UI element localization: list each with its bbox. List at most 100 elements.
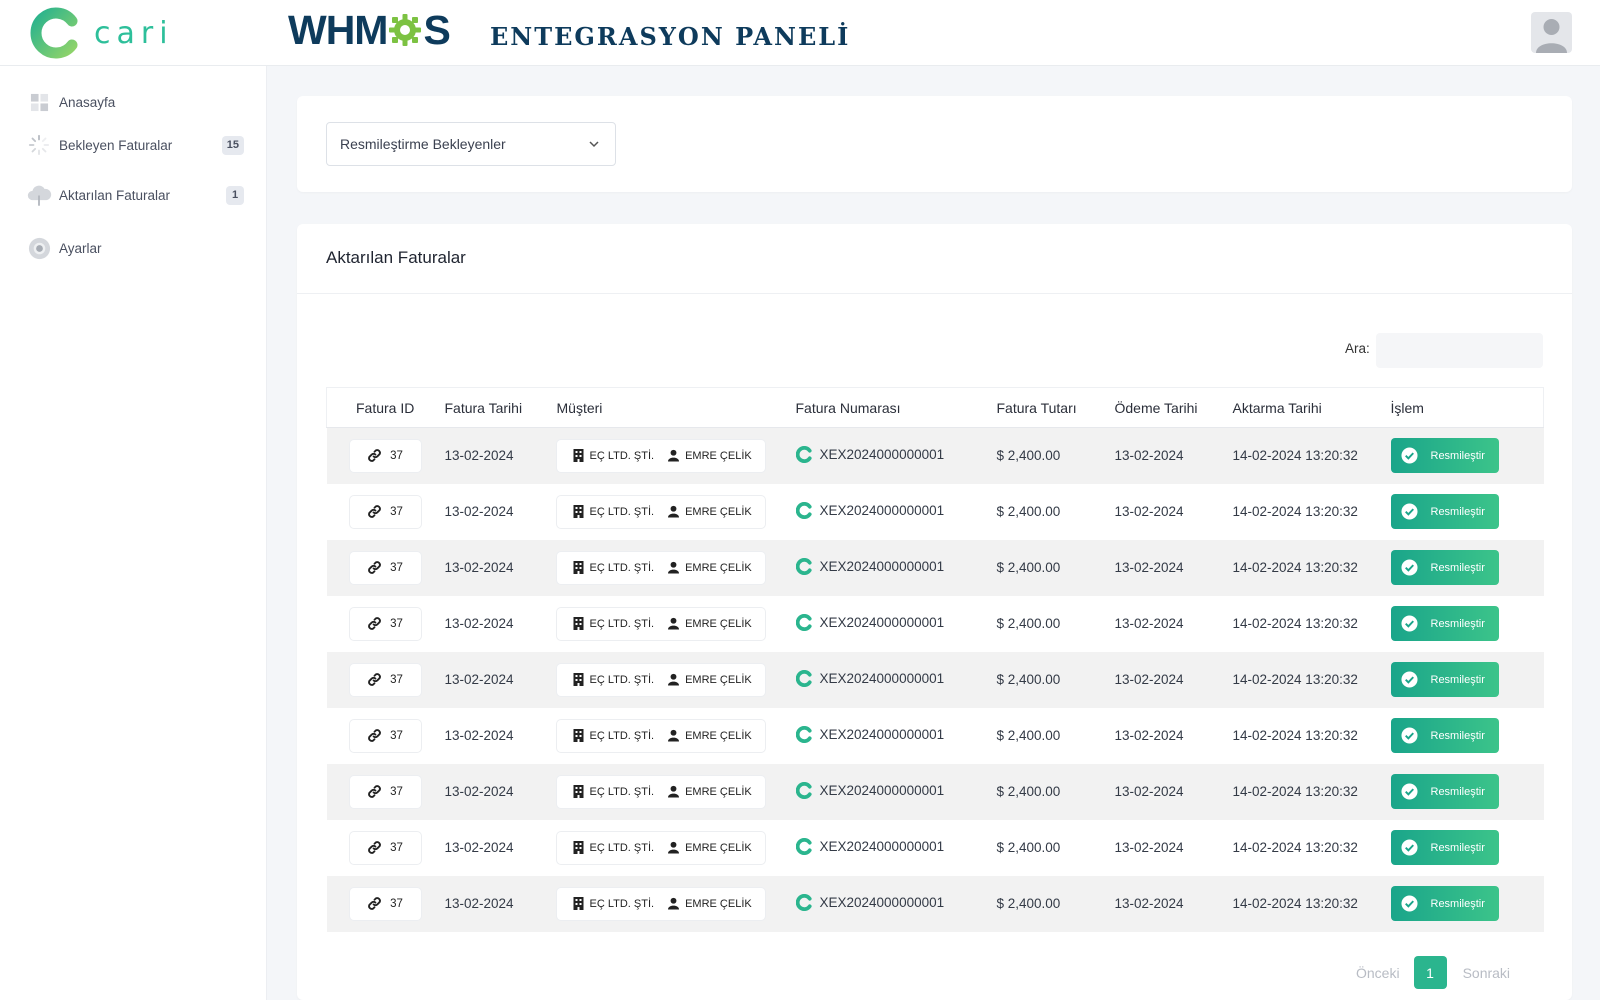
invoice-id-link[interactable]: 37 — [349, 439, 421, 472]
invoice-amount: $ 2,400.00 — [996, 672, 1061, 687]
pagination: Önceki 1 Sonraki — [1356, 956, 1510, 989]
formalize-button[interactable]: Resmileştir — [1390, 886, 1499, 921]
formalize-button-label: Resmileştir — [1430, 505, 1485, 518]
customer-chip[interactable]: EÇ LTD. ŞTİ. EMRE ÇELİK — [556, 831, 765, 864]
table-row: 37 13-02-2024 EÇ LTD. ŞTİ. EMRE ÇELİK XE… — [326, 539, 1544, 596]
check-circle-icon — [1400, 615, 1418, 632]
invoice-number: XEX2024000000001 — [795, 669, 944, 687]
column-header[interactable]: İşlem — [1391, 388, 1544, 428]
sidebar-item-label: Ayarlar — [59, 240, 102, 256]
brand-text: cari — [94, 15, 174, 51]
payment-date: 13-02-2024 — [1114, 616, 1184, 631]
avatar[interactable] — [1531, 12, 1572, 53]
customer-chip[interactable]: EÇ LTD. ŞTİ. EMRE ÇELİK — [556, 663, 765, 696]
customer-company: EÇ LTD. ŞTİ. — [589, 841, 655, 854]
page-title: ENTEGRASYON PANELİ — [490, 22, 851, 51]
sidebar-item-bekleyen-faturalar[interactable]: Bekleyen Faturalar 15 — [0, 127, 267, 163]
page-1-button[interactable]: 1 — [1413, 956, 1447, 989]
formalize-button[interactable]: Resmileştir — [1390, 438, 1499, 474]
customer-company: EÇ LTD. ŞTİ. — [589, 561, 655, 574]
link-icon — [368, 897, 381, 910]
sidebar-item-ayarlar[interactable]: Ayarlar — [0, 230, 267, 266]
cloud-upload-icon — [26, 182, 52, 208]
check-circle-icon — [1400, 447, 1418, 464]
cari-c-icon — [795, 837, 812, 855]
invoice-number: XEX2024000000001 — [795, 837, 944, 855]
invoice-id-link[interactable]: 37 — [349, 831, 421, 864]
cari-c-icon — [795, 501, 812, 519]
invoice-id-link[interactable]: 37 — [349, 887, 421, 920]
building-icon — [573, 841, 583, 854]
column-header[interactable]: Ödeme Tarihi — [1115, 388, 1233, 428]
check-circle-icon — [1400, 839, 1418, 856]
invoice-amount: $ 2,400.00 — [996, 784, 1061, 799]
column-header[interactable]: Fatura ID — [327, 388, 445, 428]
invoice-id-link[interactable]: 37 — [349, 551, 421, 584]
next-page-button[interactable]: Sonraki — [1463, 965, 1510, 981]
sidebar-item-anasayfa[interactable]: Anasayfa — [0, 84, 267, 120]
invoice-id-link[interactable]: 37 — [349, 663, 421, 696]
check-circle-icon — [1400, 559, 1418, 576]
invoice-date: 13-02-2024 — [444, 504, 514, 519]
payment-date: 13-02-2024 — [1114, 896, 1184, 911]
formalize-button-label: Resmileştir — [1430, 729, 1485, 742]
formalize-button[interactable]: Resmileştir — [1390, 718, 1499, 753]
cari-logo[interactable]: cari — [30, 4, 180, 62]
customer-chip[interactable]: EÇ LTD. ŞTİ. EMRE ÇELİK — [556, 775, 765, 808]
divider — [297, 293, 1572, 294]
column-header[interactable]: Aktarma Tarihi — [1233, 388, 1391, 428]
transfer-date: 14-02-2024 13:20:32 — [1232, 560, 1358, 575]
column-header[interactable]: Fatura Numarası — [796, 388, 997, 428]
sidebar-item-aktarilan-faturalar[interactable]: Aktarılan Faturalar 1 — [0, 177, 267, 213]
formalize-button[interactable]: Resmileştir — [1390, 830, 1499, 865]
customer-person: EMRE ÇELİK — [685, 449, 752, 462]
formalize-button[interactable]: Resmileştir — [1390, 494, 1499, 529]
formalize-button-label: Resmileştir — [1430, 449, 1485, 462]
invoice-id-link[interactable]: 37 — [349, 495, 421, 528]
formalize-button[interactable]: Resmileştir — [1390, 774, 1499, 809]
customer-chip[interactable]: EÇ LTD. ŞTİ. EMRE ÇELİK — [556, 607, 765, 640]
building-icon — [573, 449, 583, 463]
check-circle-icon — [1400, 503, 1418, 520]
user-icon — [668, 729, 680, 742]
status-filter-select[interactable]: Resmileştirme Bekleyenler — [326, 122, 616, 166]
formalize-button[interactable]: Resmileştir — [1390, 550, 1499, 585]
link-icon — [368, 785, 381, 798]
invoice-number-text: XEX2024000000001 — [819, 502, 945, 518]
chevron-down-icon — [589, 141, 599, 148]
whmcs-logo-left: WHM — [288, 6, 388, 53]
formalize-button[interactable]: Resmileştir — [1390, 606, 1499, 641]
column-header[interactable]: Fatura Tarihi — [445, 388, 557, 428]
customer-person: EMRE ÇELİK — [685, 841, 752, 854]
payment-date: 13-02-2024 — [1114, 784, 1184, 799]
column-header[interactable]: Müşteri — [557, 388, 796, 428]
invoice-id-link[interactable]: 37 — [349, 775, 421, 808]
invoice-date: 13-02-2024 — [444, 560, 514, 575]
column-header[interactable]: Fatura Tutarı — [997, 388, 1115, 428]
cari-c-icon — [795, 781, 812, 799]
table-row: 37 13-02-2024 EÇ LTD. ŞTİ. EMRE ÇELİK XE… — [326, 875, 1544, 932]
transfer-date: 14-02-2024 13:20:32 — [1232, 616, 1358, 631]
customer-chip[interactable]: EÇ LTD. ŞTİ. EMRE ÇELİK — [556, 495, 765, 528]
invoice-date: 13-02-2024 — [444, 896, 514, 911]
cari-c-icon — [795, 613, 812, 631]
customer-company: EÇ LTD. ŞTİ. — [589, 897, 655, 910]
user-icon — [668, 841, 680, 854]
formalize-button[interactable]: Resmileştir — [1390, 662, 1499, 697]
previous-page-button[interactable]: Önceki — [1356, 965, 1400, 981]
invoice-amount: $ 2,400.00 — [996, 504, 1061, 519]
building-icon — [573, 561, 583, 574]
invoice-date: 13-02-2024 — [444, 840, 514, 855]
customer-chip[interactable]: EÇ LTD. ŞTİ. EMRE ÇELİK — [556, 439, 765, 472]
invoice-amount: $ 2,400.00 — [996, 896, 1061, 911]
table-row: 37 13-02-2024 EÇ LTD. ŞTİ. EMRE ÇELİK XE… — [326, 595, 1544, 652]
invoice-date: 13-02-2024 — [444, 728, 514, 743]
search-input[interactable] — [1376, 333, 1543, 368]
invoice-id-link[interactable]: 37 — [349, 719, 421, 752]
customer-chip[interactable]: EÇ LTD. ŞTİ. EMRE ÇELİK — [556, 887, 765, 920]
invoice-number-text: XEX2024000000001 — [819, 614, 945, 630]
customer-chip[interactable]: EÇ LTD. ŞTİ. EMRE ÇELİK — [556, 551, 765, 584]
check-circle-icon — [1400, 895, 1418, 912]
customer-chip[interactable]: EÇ LTD. ŞTİ. EMRE ÇELİK — [556, 719, 765, 752]
invoice-id-link[interactable]: 37 — [349, 607, 421, 640]
